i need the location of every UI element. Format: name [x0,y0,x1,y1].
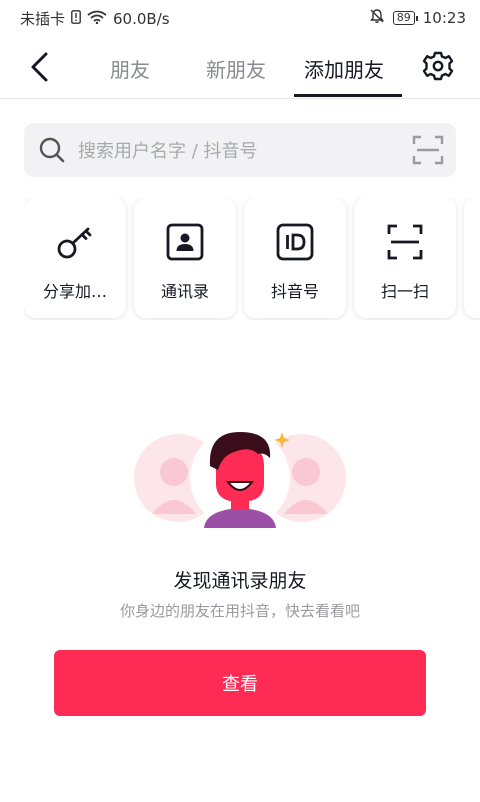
back-button[interactable] [26,50,54,84]
sim-alert-icon [71,9,81,28]
status-left: 未插卡 60.0B/s [20,8,170,29]
contacts-illustration [134,428,346,528]
contacts-icon [165,222,205,262]
tab-friends[interactable]: 朋友 [110,54,150,83]
view-contacts-button[interactable]: 查看 [54,650,426,716]
chevron-left-icon [31,52,48,82]
mute-bell-icon [369,8,385,28]
status-bar: 未插卡 60.0B/s 89 10:23 [0,0,480,36]
douyin-id-card[interactable]: 抖音号 [244,198,346,318]
tab-new-friends[interactable]: 新朋友 [206,54,266,83]
id-icon [275,222,315,262]
search-bar[interactable] [24,123,456,179]
contacts-card[interactable]: 通讯录 [134,198,236,318]
active-tab-indicator [294,94,402,97]
quick-actions-row: 分享加… 通讯录 抖音号 扫一扫 [24,198,480,320]
top-navigation: 朋友 新朋友 添加朋友 [0,36,480,99]
scan-icon [385,222,425,262]
battery-icon: 89 [392,11,418,25]
douyin-id-label: 抖音号 [270,282,319,301]
status-time: 10:23 [422,9,466,27]
settings-button[interactable] [421,49,455,83]
tab-add-friends[interactable]: 添加朋友 [304,54,384,83]
scan-icon[interactable] [412,135,444,165]
empty-state-title: 发现通讯录朋友 [173,570,307,592]
search-input[interactable] [76,123,400,179]
scan-card[interactable]: 扫一扫 [354,198,456,318]
status-right: 89 10:23 [369,8,466,28]
empty-state-subtitle: 你身边的朋友在用抖音，快去看看吧 [119,602,360,620]
more-card-partial[interactable] [464,198,480,318]
share-add-label: 分享加… [42,282,107,301]
search-icon [38,136,66,164]
contacts-label: 通讯录 [160,282,209,301]
carrier-text: 未插卡 [20,10,66,28]
share-add-card[interactable]: 分享加… [24,198,126,318]
key-icon [55,222,95,262]
gear-icon [422,51,454,81]
wifi-icon [87,10,107,28]
scan-label: 扫一扫 [380,282,429,301]
network-speed: 60.0B/s [113,9,170,28]
